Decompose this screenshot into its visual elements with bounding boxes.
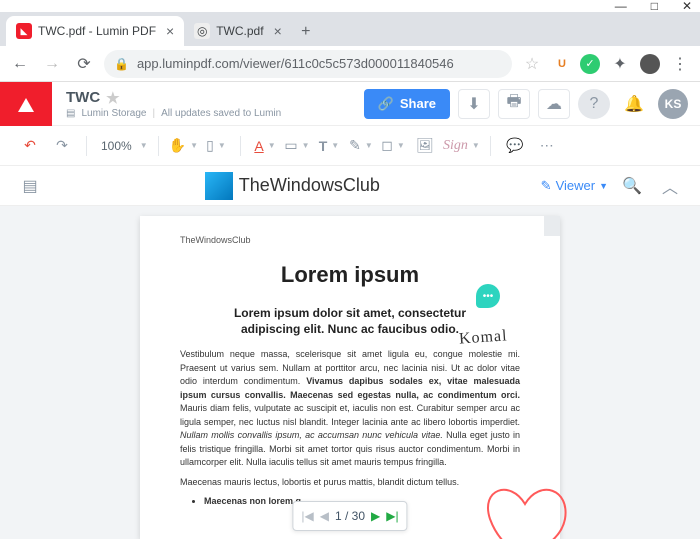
paragraph: Maecenas mauris lectus, lobortis et puru… <box>180 476 520 490</box>
lumin-favicon: ◣ <box>16 23 32 39</box>
separator <box>158 136 159 156</box>
last-page-button[interactable]: ▶| <box>386 509 398 523</box>
browser-tab[interactable]: ◎ TWC.pdf × <box>184 16 292 46</box>
collapse-icon[interactable]: ︿ <box>656 172 684 200</box>
print-button[interactable]: 🖶 <box>498 89 530 119</box>
page-title: Lorem ipsum <box>180 258 520 291</box>
viewer-label: Viewer <box>556 178 596 193</box>
page-subtitle: Lorem ipsum dolor sit amet, consectetur … <box>204 305 496 339</box>
maximize-button[interactable]: □ <box>651 0 658 13</box>
minimize-button[interactable]: — <box>615 0 627 13</box>
bookmark-star-icon[interactable]: ☆ <box>520 52 544 76</box>
page-counter: 1 / 30 <box>335 509 365 523</box>
user-avatar[interactable]: KS <box>658 89 688 119</box>
ext-green-icon[interactable]: ✓ <box>580 54 600 74</box>
comment-tool[interactable]: 💬 <box>501 132 529 160</box>
back-button[interactable]: ← <box>8 52 32 76</box>
paragraph: Vestibulum neque massa, scelerisque sit … <box>180 348 520 470</box>
document-title: TWC <box>66 89 100 106</box>
page-tool[interactable]: ▯▼ <box>202 132 230 160</box>
bookmark-corner <box>544 216 560 236</box>
more-tools[interactable]: ⋯ <box>533 132 561 160</box>
editor-toolbar: ↶ ↷ 100%▼ ✋▼ ▯▼ A▼ ▭▼ T▼ ✎▼ ◻▼ 🖼 Sign▼ 💬… <box>0 126 700 166</box>
hand-tool[interactable]: ✋▼ <box>169 132 198 160</box>
url-text: app.luminpdf.com/viewer/611c0c5c573d0000… <box>137 56 454 71</box>
save-status: All updates saved to Lumin <box>161 108 281 119</box>
handwriting-annotation[interactable]: Komal <box>459 324 509 351</box>
profile-avatar[interactable] <box>640 54 660 74</box>
prev-page-button[interactable]: ◀ <box>320 509 329 523</box>
browser-toolbar: ← → ⟳ 🔒 app.luminpdf.com/viewer/611c0c5c… <box>0 46 700 82</box>
next-page-button[interactable]: ▶ <box>371 509 380 523</box>
tab-title: TWC.pdf <box>216 24 263 38</box>
pdf-page: TheWindowsClub Lorem ipsum ••• Lorem ips… <box>140 216 560 539</box>
zoom-level[interactable]: 100%▼ <box>97 132 148 160</box>
browser-tab-active[interactable]: ◣ TWC.pdf - Lumin PDF × <box>6 16 184 46</box>
notifications-button[interactable]: 🔔 <box>618 89 650 119</box>
lumin-header: TWC ★ ▤ Lumin Storage | All updates save… <box>0 82 700 126</box>
pencil-icon: ✎ <box>541 178 552 194</box>
lock-icon: 🔒 <box>114 57 129 71</box>
first-page-button[interactable]: |◀ <box>301 509 313 523</box>
image-tool[interactable]: 🖼 <box>411 132 439 160</box>
help-button[interactable]: ? <box>578 89 610 119</box>
reload-button[interactable]: ⟳ <box>72 52 96 76</box>
download-button[interactable]: ⬇ <box>458 89 490 119</box>
separator <box>240 136 241 156</box>
thumbnails-icon[interactable]: ▤ <box>16 172 44 200</box>
forward-button[interactable]: → <box>40 52 64 76</box>
redo-button[interactable]: ↷ <box>48 132 76 160</box>
new-tab-button[interactable]: + <box>292 18 320 46</box>
storage-icon: ▤ <box>66 108 75 119</box>
viewer-mode-button[interactable]: ✎ Viewer ▼ <box>541 178 608 194</box>
search-icon[interactable]: 🔍 <box>618 172 646 200</box>
separator <box>86 136 87 156</box>
close-window-button[interactable]: ✕ <box>682 0 692 13</box>
tab-title: TWC.pdf - Lumin PDF <box>38 24 156 38</box>
undo-button[interactable]: ↶ <box>16 132 44 160</box>
highlight-tool[interactable]: ▭▼ <box>283 132 311 160</box>
lumin-logo[interactable] <box>0 82 52 126</box>
address-bar[interactable]: 🔒 app.luminpdf.com/viewer/611c0c5c573d00… <box>104 50 512 78</box>
signature-tool[interactable]: Sign▼ <box>443 132 480 160</box>
drawing-annotation[interactable] <box>470 459 590 539</box>
font-color-tool[interactable]: A▼ <box>251 132 279 160</box>
page-navigator: |◀ ◀ 1 / 30 ▶ ▶| <box>292 501 407 531</box>
cloud-button[interactable]: ☁ <box>538 89 570 119</box>
ext-u-icon[interactable]: U <box>552 54 572 74</box>
twc-logo-icon <box>205 172 233 200</box>
brand-text: TheWindowsClub <box>239 175 380 196</box>
separator <box>490 136 491 156</box>
text-tool[interactable]: T▼ <box>315 132 343 160</box>
page-header: TheWindowsClub <box>180 234 520 248</box>
extensions-icon[interactable]: ✦ <box>608 52 632 76</box>
separator: | <box>153 108 156 119</box>
close-tab-icon[interactable]: × <box>274 23 282 39</box>
link-icon: 🔗 <box>378 96 394 112</box>
browser-menu-icon[interactable]: ⋮ <box>668 52 692 76</box>
tab-strip: ◣ TWC.pdf - Lumin PDF × ◎ TWC.pdf × + <box>0 12 700 46</box>
document-viewport[interactable]: TheWindowsClub Lorem ipsum ••• Lorem ips… <box>0 206 700 539</box>
brand-title: TheWindowsClub <box>205 172 380 200</box>
favorite-star-icon[interactable]: ★ <box>106 89 119 107</box>
close-tab-icon[interactable]: × <box>166 23 174 39</box>
sub-toolbar: ▤ TheWindowsClub ✎ Viewer ▼ 🔍 ︿ <box>0 166 700 206</box>
share-button[interactable]: 🔗 Share <box>364 89 450 119</box>
chrome-favicon: ◎ <box>194 23 210 39</box>
chevron-down-icon: ▼ <box>599 181 608 191</box>
draw-tool[interactable]: ✎▼ <box>347 132 375 160</box>
comment-bubble-icon[interactable]: ••• <box>476 284 500 308</box>
share-label: Share <box>400 96 436 111</box>
storage-label: Lumin Storage <box>81 108 146 119</box>
shape-tool[interactable]: ◻▼ <box>379 132 407 160</box>
